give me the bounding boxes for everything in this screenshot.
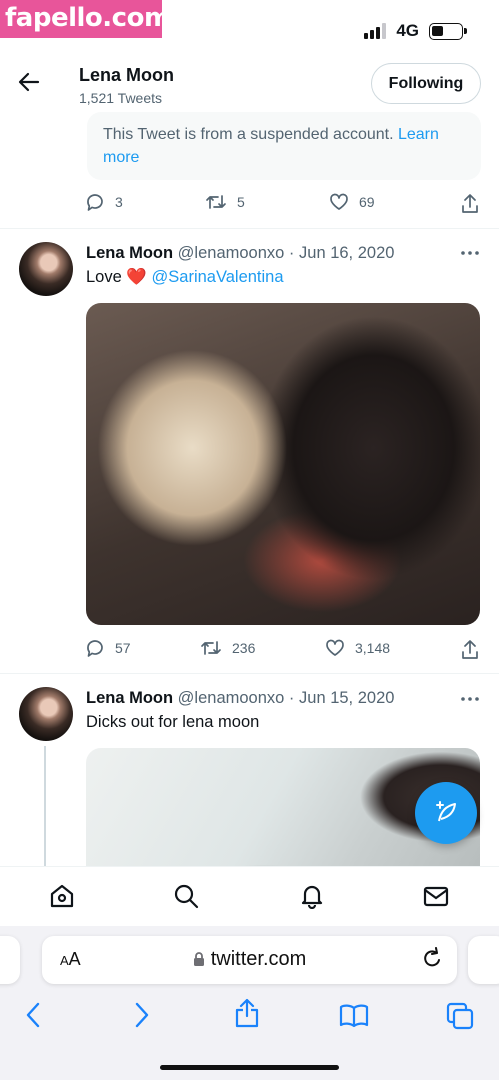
retweet-button[interactable]: 236 [200, 638, 255, 658]
arrow-left-icon[interactable] [18, 72, 40, 92]
search-icon[interactable] [173, 883, 199, 909]
tweet-text: Love ❤️ @SarinaValentina [86, 268, 284, 287]
avatar[interactable] [19, 242, 73, 296]
mail-icon[interactable] [423, 883, 449, 909]
compose-icon [436, 801, 456, 822]
address-bar[interactable]: AA twitter.com [42, 936, 457, 984]
tweet-header: Lena Moon @lenamoonxo · Jun 15, 2020 [86, 689, 394, 708]
like-button[interactable]: 69 [329, 192, 375, 212]
retweet-count: 5 [237, 194, 245, 210]
back-icon[interactable] [25, 1002, 41, 1028]
url-text: twitter.com [210, 948, 307, 970]
next-tab-pill[interactable] [468, 936, 499, 984]
profile-name: Lena Moon [79, 65, 174, 85]
like-count: 69 [359, 194, 375, 210]
reply-icon [87, 640, 103, 657]
bookmarks-icon[interactable] [339, 1004, 369, 1028]
divider [0, 228, 499, 229]
forward-icon[interactable] [134, 1002, 150, 1028]
tweet-body: Dicks out for lena moon [86, 713, 260, 731]
tabs-icon[interactable] [446, 1002, 474, 1030]
more-icon[interactable] [461, 251, 479, 255]
avatar[interactable] [19, 687, 73, 741]
tweet-date[interactable]: Jun 16, 2020 [299, 244, 394, 262]
tweet-body: Love [86, 268, 122, 286]
tweet-actions: 57 236 3,148 [85, 638, 485, 664]
profile-header: Lena Moon 1,521 Tweets Following [0, 52, 499, 112]
heart-emoji: ❤️ [126, 268, 147, 286]
browser-toolbar: AA twitter.com [0, 926, 499, 1080]
retweet-icon [201, 641, 221, 655]
share-icon[interactable] [461, 194, 479, 214]
author-name[interactable]: Lena Moon [86, 244, 173, 262]
tweet-count: 1,521 Tweets [79, 90, 163, 106]
retweet-count: 236 [232, 640, 256, 656]
lock-icon [193, 952, 204, 966]
tweet-photo[interactable] [86, 303, 480, 625]
tweet-header: Lena Moon @lenamoonxo · Jun 16, 2020 [86, 244, 394, 263]
more-icon[interactable] [461, 697, 479, 701]
reply-count: 57 [115, 640, 131, 656]
network-type: 4G [396, 21, 419, 40]
compose-button[interactable] [415, 782, 477, 844]
like-button[interactable]: 3,148 [325, 638, 390, 658]
home-icon[interactable] [49, 883, 75, 909]
share-icon[interactable] [235, 998, 259, 1028]
tweet-actions: 3 5 69 [85, 192, 485, 218]
retweet-button[interactable]: 5 [205, 192, 245, 212]
like-count: 3,148 [355, 640, 391, 656]
following-button[interactable]: Following [371, 63, 481, 104]
url-display[interactable]: twitter.com [42, 948, 457, 971]
mention-link[interactable]: @SarinaValentina [152, 268, 284, 286]
tweet-date[interactable]: Jun 15, 2020 [299, 689, 394, 707]
previous-tab-pill[interactable] [0, 936, 20, 984]
share-icon[interactable] [461, 640, 479, 660]
divider [0, 673, 499, 674]
reply-button[interactable]: 57 [85, 638, 131, 658]
suspended-tweet-notice: This Tweet is from a suspended account. … [87, 112, 481, 180]
battery-icon [429, 22, 467, 40]
author-handle: @lenamoonxo [177, 689, 285, 707]
heart-icon [330, 193, 348, 210]
status-bar: 4G [364, 20, 467, 42]
home-indicator [160, 1065, 339, 1070]
separator: · [288, 689, 295, 707]
author-name[interactable]: Lena Moon [86, 689, 173, 707]
thread-line [44, 746, 46, 868]
watermark-logo: fapello.com [0, 0, 171, 38]
bell-icon[interactable] [299, 883, 325, 909]
bottom-navigation [0, 866, 499, 926]
reload-icon[interactable] [421, 947, 443, 971]
retweet-icon [206, 195, 226, 209]
author-handle: @lenamoonxo [177, 244, 285, 262]
signal-icon [364, 23, 387, 39]
suspended-text: This Tweet is from a suspended account. [103, 126, 394, 143]
heart-icon [326, 639, 344, 656]
reply-icon [87, 194, 103, 211]
reply-button[interactable]: 3 [85, 192, 123, 212]
reply-count: 3 [115, 194, 123, 210]
separator: · [288, 244, 295, 262]
